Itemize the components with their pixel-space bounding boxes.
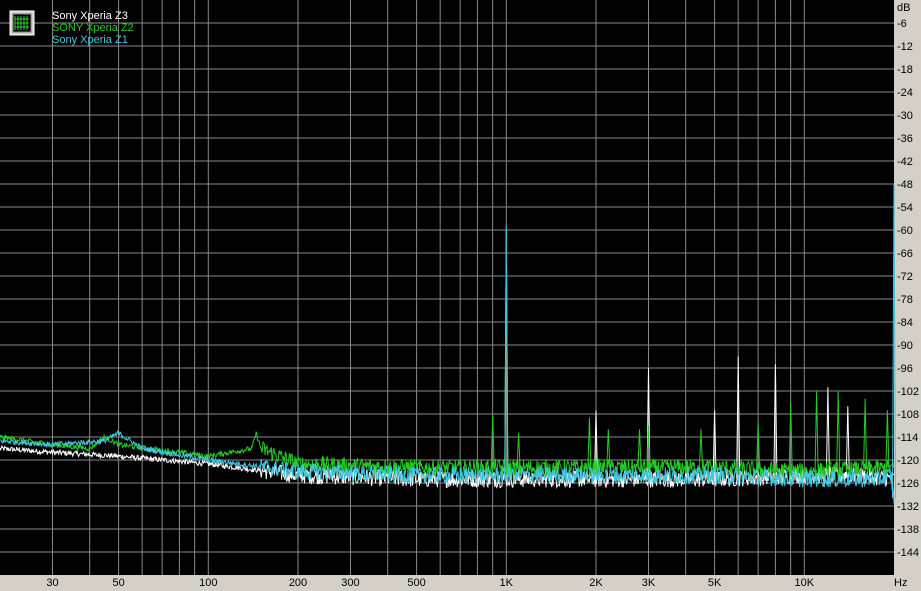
y-axis-unit-label: dB — [897, 2, 910, 14]
y-tick-label: -120 — [897, 455, 919, 467]
y-tick-label: -102 — [897, 386, 919, 398]
x-tick-label: 50 — [112, 577, 124, 589]
series-peak — [885, 410, 890, 469]
x-tick-label: 3K — [642, 577, 656, 589]
series-peak — [814, 390, 819, 472]
y-tick-label: -60 — [897, 225, 913, 237]
y-tick-label: -138 — [897, 524, 919, 536]
x-tick-label: 200 — [289, 577, 307, 589]
x-axis: 30 50 100 200 300 500 1K 2K 3K 5K 10K Hz — [46, 577, 907, 589]
y-tick-label: -84 — [897, 317, 913, 329]
y-tick-label: -132 — [897, 501, 919, 513]
y-tick-label: -48 — [897, 179, 913, 191]
series-peak — [516, 433, 521, 468]
y-tick-label: -54 — [897, 202, 913, 214]
y-tick-label: -144 — [897, 547, 919, 559]
x-tick-label: 10K — [795, 577, 815, 589]
y-tick-label: -90 — [897, 340, 913, 352]
series-peak — [699, 429, 703, 468]
x-tick-label: 300 — [341, 577, 359, 589]
x-tick-label: 100 — [199, 577, 217, 589]
y-tick-label: -6 — [897, 18, 907, 30]
y-tick-label: -72 — [897, 271, 913, 283]
y-tick-label: -42 — [897, 156, 913, 168]
series-peak — [863, 398, 868, 469]
y-tick-label: -18 — [897, 64, 913, 76]
y-tick-label: -66 — [897, 248, 913, 260]
x-axis-unit-label: Hz — [894, 577, 907, 589]
y-axis: dB -6 -12 -18 -24 -30 -36 -42 -48 -54 -60 -66 -72 -78… — [897, 2, 919, 559]
y-tick-label: -96 — [897, 363, 913, 375]
x-tick-label: 30 — [46, 577, 58, 589]
y-tick-label: -126 — [897, 478, 919, 490]
x-tick-label: 500 — [407, 577, 425, 589]
series-peak — [637, 429, 642, 468]
y-tick-label: -12 — [897, 41, 913, 53]
legend-item: Sony Xperia Z1 — [52, 34, 128, 46]
series-peak — [825, 387, 830, 476]
legend-item: SONY Xperia Z2 — [52, 22, 134, 34]
spectrum-chart: dB -6 -12 -18 -24 -30 -36 -42 -48 -54 -60 -66 -72 -78… — [0, 0, 919, 589]
legend-item: Sony Xperia Z3 — [52, 10, 128, 22]
y-tick-label: -24 — [897, 87, 913, 99]
grid-layer — [0, 0, 894, 575]
legend: Sony Xperia Z3SONY Xperia Z2Sony Xperia … — [9, 10, 134, 46]
x-tick-label: 5K — [708, 577, 722, 589]
y-tick-label: -78 — [897, 294, 913, 306]
y-tick-label: -30 — [897, 110, 913, 122]
series-peak — [892, 183, 896, 499]
series-peak — [836, 390, 841, 471]
x-tick-label: 2K — [589, 577, 603, 589]
series-layer — [0, 183, 896, 504]
x-tick-label: 1K — [500, 577, 514, 589]
y-tick-label: -114 — [897, 432, 918, 444]
y-tick-label: -108 — [897, 409, 919, 421]
y-tick-label: -36 — [897, 133, 913, 145]
